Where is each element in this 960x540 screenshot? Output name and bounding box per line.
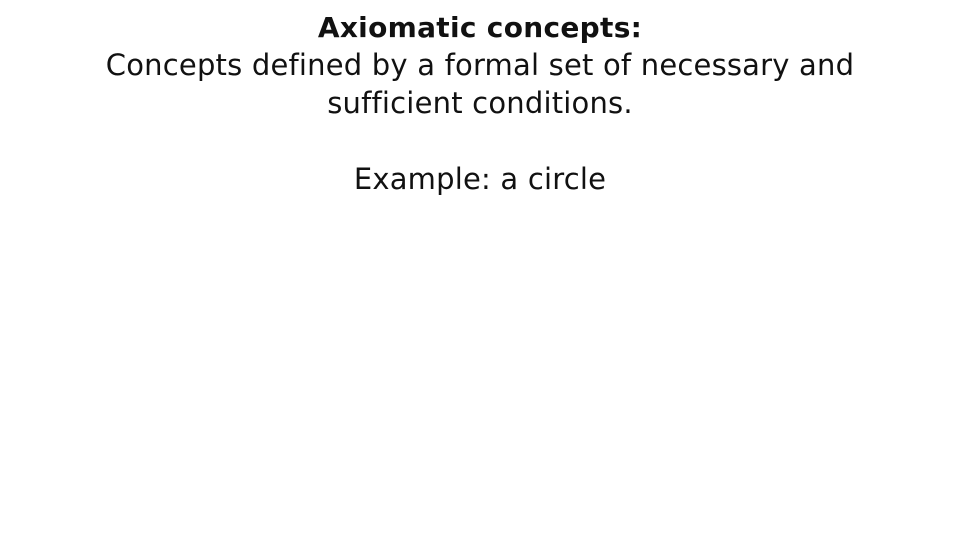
slide-text-block: Axiomatic concepts: Concepts defined by … (0, 10, 960, 198)
slide: Axiomatic concepts: Concepts defined by … (0, 0, 960, 540)
definition-text: Concepts defined by a formal set of nece… (105, 48, 855, 120)
example-text: Example: a circle (353, 162, 607, 196)
slide-heading: Axiomatic concepts: (317, 11, 643, 44)
